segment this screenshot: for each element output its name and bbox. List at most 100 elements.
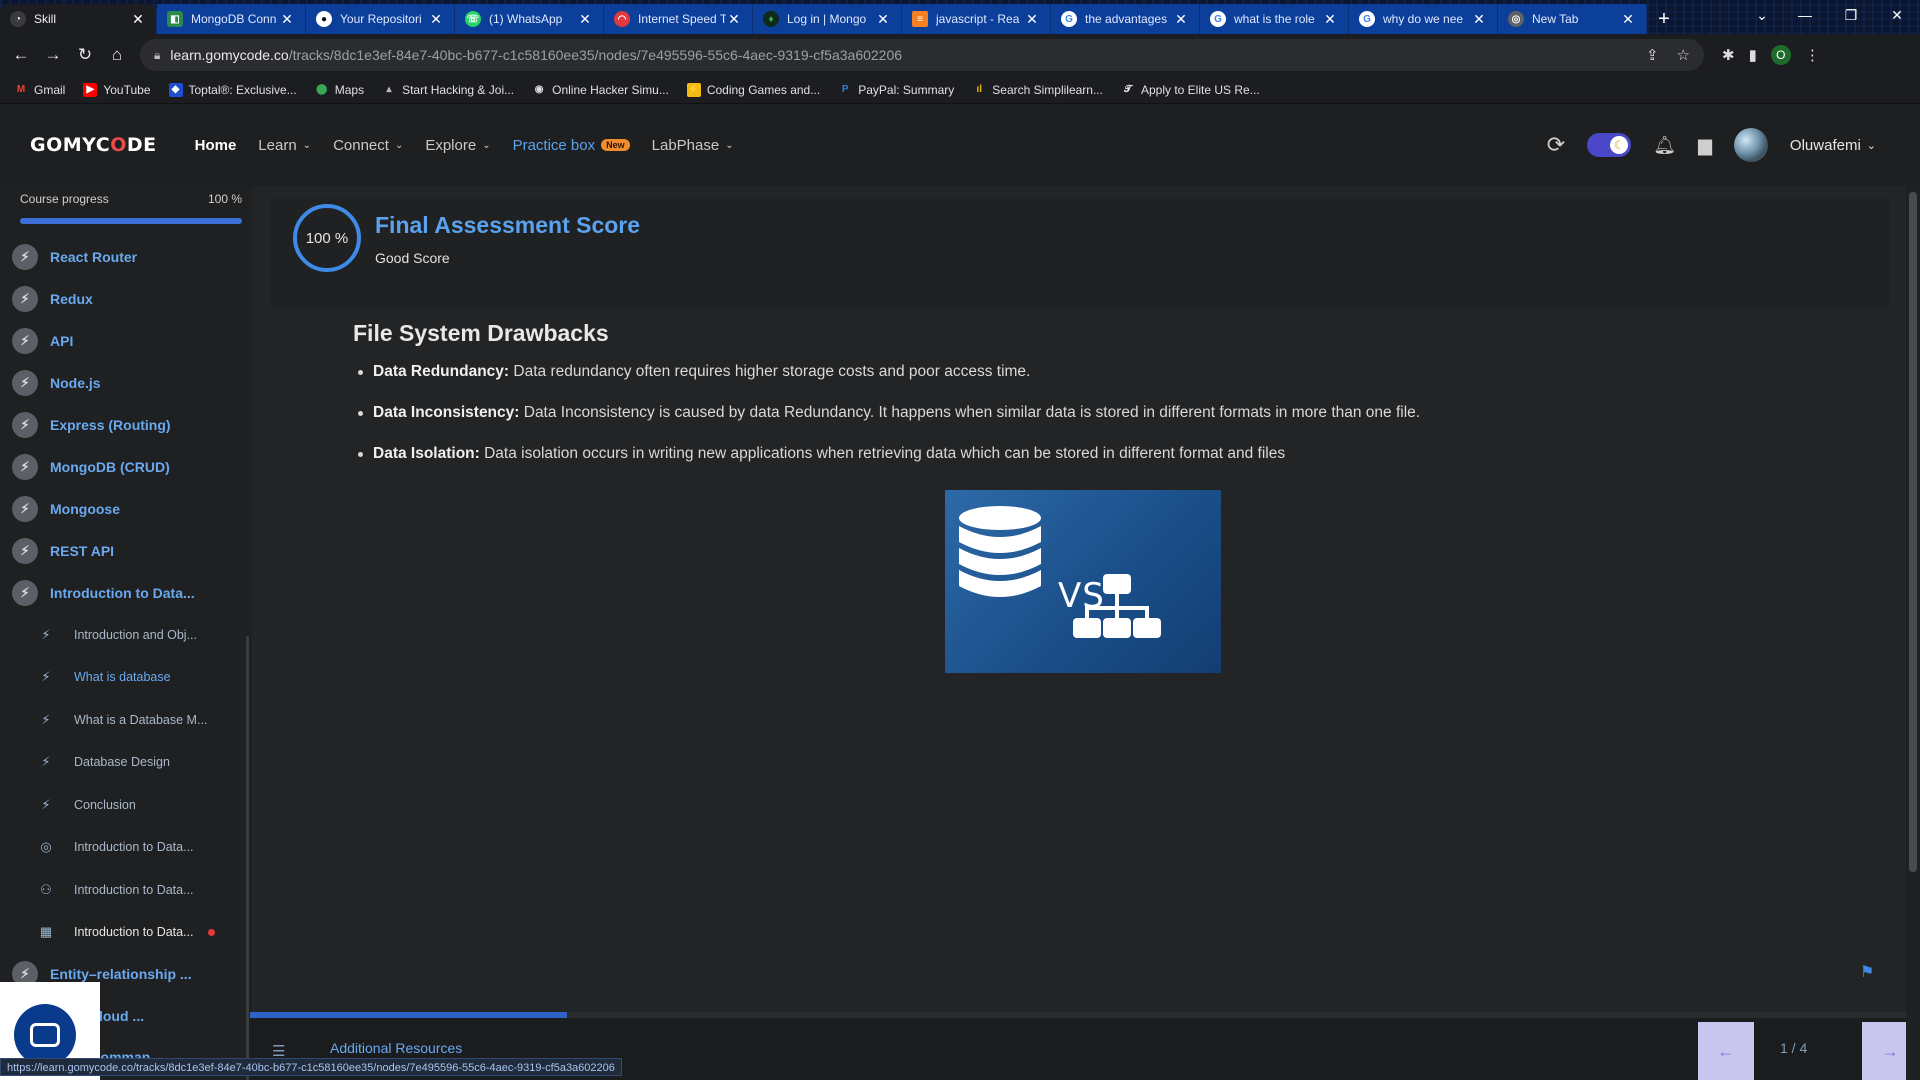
side-panel-icon[interactable]: ▮ [1749,46,1757,64]
address-bar[interactable]: 🔒︎ learn.gomycode.co /tracks/8dc1e3ef-84… [140,39,1704,71]
sidebar-lesson-current[interactable]: ▦ Introduction to Data... [38,920,215,944]
sidebar-scrollbar[interactable] [246,636,249,1080]
close-icon[interactable]: ✕ [1173,11,1189,28]
user-menu[interactable]: Oluwafemi ⌄ [1790,137,1876,154]
google-favicon: G [1359,11,1375,27]
sidebar-module-api[interactable]: ⚡︎ API [12,328,73,354]
close-icon[interactable]: ✕ [1024,11,1040,28]
bookmark-hacking[interactable]: ▴ Start Hacking & Joi... [382,82,515,97]
sidebar-lesson[interactable]: ⚡︎ Conclusion [38,793,135,817]
browser-tab-mongo-login[interactable]: ♦ Log in | Mongo ✕ [753,4,902,34]
sidebar-lesson[interactable]: ⚡︎ Database Design [38,750,169,774]
sidebar-lesson[interactable]: ⚡︎ Introduction and Obj... [38,623,197,647]
browser-tab-google-3[interactable]: G why do we nee ✕ [1349,4,1498,34]
browser-tab-github[interactable]: ● Your Repositori ✕ [306,4,455,34]
browser-tab-stackoverflow[interactable]: ≡ javascript - Rea ✕ [902,4,1051,34]
sidebar-module-nodejs[interactable]: ⚡︎ Node.js [12,370,101,396]
sidebar-lesson[interactable]: ⚇ Introduction to Data... [38,878,193,902]
nav-connect[interactable]: Connect ⌄ [333,137,403,154]
sidebar-module-react-router[interactable]: ⚡︎ React Router [12,244,137,270]
bookmark-paypal[interactable]: P PayPal: Summary [838,83,954,97]
close-icon[interactable]: ✕ [428,11,444,28]
chat-icon[interactable]: ▆ [1698,135,1712,156]
share-icon[interactable]: ⇪ [1646,46,1659,64]
nav-home[interactable]: Home [195,137,237,154]
bookmark-toptal[interactable]: ◆ Toptal®: Exclusive... [168,82,297,97]
close-icon[interactable]: ✕ [1322,11,1338,28]
skill-favicon: ◔ [10,11,26,27]
bookmark-label: Start Hacking & Joi... [402,82,515,97]
bookmark-maps[interactable]: ⬤ Maps [315,83,364,97]
close-icon[interactable]: ✕ [130,11,146,28]
chevron-down-icon: ⌄ [725,139,734,151]
nav-learn[interactable]: Learn ⌄ [258,137,311,154]
nav-explore[interactable]: Explore ⌄ [425,137,490,154]
bookmark-hacker-sim[interactable]: ◉ Online Hacker Simu... [532,83,669,97]
browser-tab-whatsapp[interactable]: ☏ (1) WhatsApp ✕ [455,4,604,34]
sidebar-module-express[interactable]: ⚡︎ Express (Routing) [12,412,171,438]
browser-tab-mongodb[interactable]: ◧ MongoDB Conn ✕ [157,4,306,34]
lesson-label: What is database [74,670,171,684]
simplilearn-icon: ıl [976,84,983,95]
extensions-icon[interactable]: ✱ [1722,46,1735,64]
lesson-label: Introduction to Data... [74,925,194,939]
sync-icon[interactable]: ⟳ [1547,132,1565,158]
bookmark-star-icon[interactable]: ☆ [1677,46,1690,64]
profile-avatar[interactable]: O [1770,45,1791,65]
bookmark-apply[interactable]: 𝒯 Apply to Elite US Re... [1121,83,1260,97]
report-flag-icon[interactable]: ⚑ [1860,962,1878,981]
browser-tab-google-2[interactable]: G what is the role ✕ [1200,4,1349,34]
sidebar-module-redux[interactable]: ⚡︎ Redux [12,286,93,312]
bolt-icon: ⚡︎ [41,754,51,769]
menu-kebab-icon[interactable]: ⋮ [1805,46,1820,64]
bookmark-label: Apply to Elite US Re... [1140,82,1260,97]
bookmark-gmail[interactable]: M Gmail [14,83,66,97]
close-icon[interactable]: ✕ [279,11,295,28]
lock-icon[interactable]: 🔒︎ [154,48,160,63]
bolt-icon: ⚡︎ [12,286,38,312]
close-icon[interactable]: ✕ [1620,11,1636,28]
reload-icon[interactable]: ↻ [70,40,100,70]
close-icon[interactable]: ✕ [1471,11,1487,28]
scrollbar-thumb[interactable] [1909,192,1917,872]
sidebar-lesson[interactable]: ◎ Introduction to Data... [38,835,193,859]
sidebar-lesson[interactable]: ⚡︎ What is a Database M... [38,708,207,732]
tab-search-icon[interactable]: ⌄ [1742,0,1782,30]
browser-tab-skill[interactable]: ◔ Skill ✕ [0,4,157,34]
window-close-icon[interactable]: ✕ [1874,0,1920,30]
minimize-icon[interactable]: — [1782,0,1828,30]
bolt-icon: ⚡︎ [12,454,38,480]
browser-tab-newtab[interactable]: ◎ New Tab ✕ [1498,4,1647,34]
additional-resources-link[interactable]: Additional Resources [330,1040,462,1056]
gomycode-logo[interactable]: GOMYCODE [30,134,157,156]
chat-bubble-icon [14,1004,76,1066]
codingame-icon: ⚡ [686,82,701,97]
sidebar-module-mongoose[interactable]: ⚡︎ Mongoose [12,496,120,522]
bookmark-youtube[interactable]: ▶ YouTube [83,82,151,97]
forward-icon[interactable]: → [38,40,68,70]
nav-labphase[interactable]: LabPhase ⌄ [652,137,734,154]
sidebar-module-rest-api[interactable]: ⚡︎ REST API [12,538,114,564]
nav-practice-box[interactable]: Practice box New [513,137,630,154]
page-scrollbar[interactable] [1906,186,1920,1080]
bookmark-codingame[interactable]: ⚡ Coding Games and... [686,82,820,97]
previous-page-button[interactable]: ← [1698,1022,1754,1080]
back-icon[interactable]: ← [6,40,36,70]
dark-mode-toggle[interactable]: ☾ [1587,133,1632,157]
sidebar-module-mongodb-crud[interactable]: ⚡︎ MongoDB (CRUD) [12,454,170,480]
restore-icon[interactable]: ❐ [1828,0,1874,30]
avatar[interactable] [1733,128,1768,162]
home-icon[interactable]: ⌂ [102,40,132,70]
sidebar-lesson[interactable]: ⚡︎ What is database [38,665,171,689]
new-tab-button[interactable]: + [1647,4,1681,34]
browser-tab-speedtest[interactable]: ◠ Internet Speed T ✕ [604,4,753,34]
close-icon[interactable]: ✕ [875,11,891,28]
browser-tab-google-1[interactable]: G the advantages ✕ [1051,4,1200,34]
bookmark-simplilearn[interactable]: ıl Search Simplilearn... [972,83,1103,97]
bell-icon[interactable]: 🔔︎ [1653,135,1676,156]
close-icon[interactable]: ✕ [726,11,742,28]
module-label: Mongoose [50,501,120,517]
close-icon[interactable]: ✕ [577,11,593,28]
sidebar-module-intro-databases[interactable]: ⚡︎ Introduction to Data... [12,580,195,606]
module-label: Express (Routing) [50,417,171,433]
